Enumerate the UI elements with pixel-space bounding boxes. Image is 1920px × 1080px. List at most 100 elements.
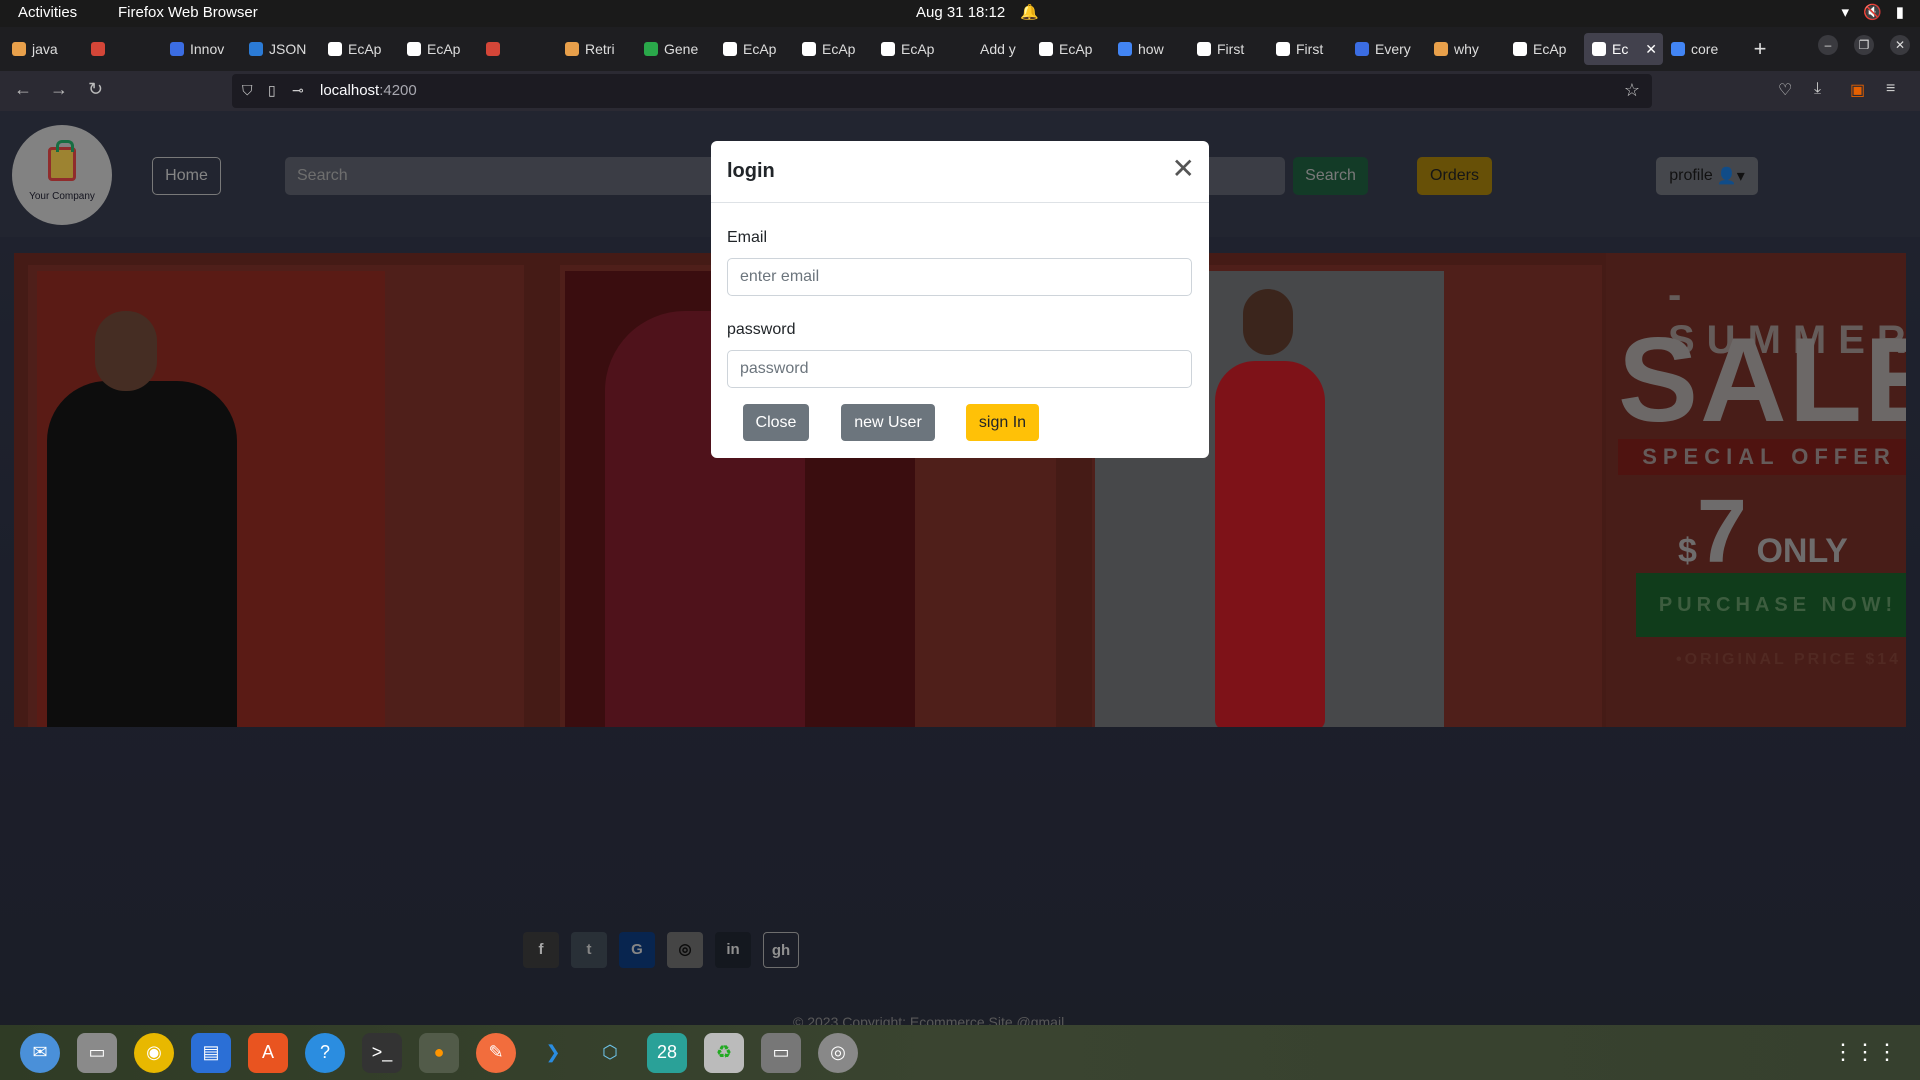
browser-tab[interactable]: Every [1347,33,1426,65]
tab-favicon-icon [960,42,974,56]
trash-icon[interactable]: ♻ [704,1032,744,1073]
rhythmbox-icon[interactable]: ◉ [134,1032,174,1073]
tab-label: First [1296,41,1324,57]
browser-tab[interactable]: EcAp [715,33,794,65]
page-icon: ▯ [268,82,276,98]
tab-favicon-icon [1592,42,1606,56]
browser-tab[interactable]: how [1110,33,1189,65]
email-field[interactable]: enter email [727,258,1192,296]
browser-tab[interactable]: EcAp [399,33,478,65]
close-icon[interactable]: ✕ [1172,155,1195,183]
tab-label: EcAp [1059,41,1093,57]
login-modal: login ✕ Email enter email password passw… [711,141,1209,458]
shield-icon[interactable]: ⛉ [242,82,253,99]
disc-icon[interactable]: ◎ [818,1032,858,1073]
tab-favicon-icon [1671,42,1685,56]
browser-tab[interactable]: EcAp [1031,33,1110,65]
terminal-icon[interactable]: >_ [362,1032,402,1073]
tab-label: Innov [190,41,225,57]
app-center-icon[interactable]: A [248,1032,288,1073]
url-bar[interactable]: ⛉ ▯ ⊸ localhost:4200 ☆ [232,74,1652,108]
url-text[interactable]: localhost:4200 [320,82,417,99]
downloads-icon[interactable]: ⤓ [1814,80,1821,98]
tab-label: Gene [664,41,699,57]
forward-arrow-icon[interactable]: → [50,79,68,100]
tab-favicon-icon [723,42,737,56]
tab-favicon-icon [486,42,500,56]
bookmark-star-icon[interactable]: ☆ [1624,80,1640,101]
tab-label: EcAp [427,41,461,57]
tab-favicon-icon [407,42,421,56]
active-app-name[interactable]: Firefox Web Browser [118,4,258,21]
taskbar-dock: ✉ ▭ ◉ ▤ A ? >_ ● ✎ ❯ ⬡ 28 ♻ ▭ ◎ ⋮⋮⋮ [0,1025,1920,1080]
browser-tab[interactable]: First [1268,33,1347,65]
tab-favicon-icon [1355,42,1369,56]
close-window-icon[interactable]: ✕ [1890,35,1910,55]
new-user-button[interactable]: new User [841,404,935,441]
tab-label: Add y [980,41,1016,57]
tab-favicon-icon [1434,42,1448,56]
browser-tab[interactable]: why [1426,33,1505,65]
browser-tab[interactable]: java [4,33,83,65]
browser-tab[interactable]: EcAp [1505,33,1584,65]
extension-icon[interactable]: ▣ [1850,80,1865,100]
minimize-icon[interactable]: – [1818,35,1838,55]
clock[interactable]: Aug 31 18:12 [916,4,1005,21]
calendar-icon[interactable]: 28 [647,1032,687,1073]
browser-tab[interactable] [83,33,162,65]
cube-app-icon[interactable]: ⬡ [590,1033,630,1073]
tab-favicon-icon [1039,42,1053,56]
system-tray[interactable]: ▾ 🔇 ▮ [1842,3,1904,21]
reload-icon[interactable]: ↻ [88,79,103,100]
browser-tab[interactable]: Add y [952,33,1031,65]
browser-tab[interactable]: JSON [241,33,320,65]
tab-close-icon[interactable]: ✕ [1645,41,1657,58]
drive-icon[interactable]: ▭ [761,1032,801,1073]
notification-icon: 🔔 [1020,4,1039,21]
email-label: Email [727,229,768,246]
files-icon[interactable]: ▭ [77,1032,117,1073]
menu-icon[interactable]: ≡ [1886,80,1895,98]
restore-icon[interactable]: ❐ [1854,35,1874,55]
pocket-icon[interactable]: ♡ [1778,80,1792,100]
browser-tab[interactable]: core [1663,33,1742,65]
browser-tab[interactable]: EcAp [320,33,399,65]
tab-favicon-icon [328,42,342,56]
close-button[interactable]: Close [743,404,809,441]
browser-tab[interactable]: EcAp [873,33,952,65]
browser-tab[interactable] [478,33,557,65]
tab-label: core [1691,41,1719,57]
calendar-day: 28 [656,1042,678,1062]
window-controls: – ❐ ✕ [1818,35,1910,55]
password-label: password [727,321,796,338]
writer-icon[interactable]: ▤ [191,1032,231,1073]
tab-label: EcAp [1533,41,1567,57]
system-top-bar: Activities Firefox Web Browser Aug 31 18… [0,0,1920,27]
sign-in-button[interactable]: sign In [966,404,1039,441]
password-field[interactable]: password [727,350,1192,388]
browser-tab[interactable]: First [1189,33,1268,65]
tab-label: EcAp [901,41,935,57]
key-icon[interactable]: ⊸ [292,82,304,99]
browser-tab[interactable]: Innov [162,33,241,65]
activities-button[interactable]: Activities [18,4,77,21]
tab-label: EcAp [743,41,777,57]
vscode-icon[interactable]: ❯ [533,1033,573,1073]
tab-label: how [1138,41,1164,57]
browser-tab[interactable]: Ec ✕ [1584,33,1663,65]
help-icon[interactable]: ? [305,1032,345,1073]
browser-tab[interactable]: EcAp [794,33,873,65]
tab-favicon-icon [565,42,579,56]
firefox-icon[interactable]: ● [419,1032,459,1073]
back-arrow-icon[interactable]: ← [14,79,32,100]
tab-favicon-icon [644,42,658,56]
browser-tab[interactable]: Retri [557,33,636,65]
new-tab-button[interactable]: + [1742,36,1778,62]
browser-tab-strip: java Innov JSON EcAp EcAp Retri Gene EcAp EcAp Ec… [0,27,1920,71]
tab-favicon-icon [91,42,105,56]
thunderbird-icon[interactable]: ✉ [20,1032,60,1073]
postman-icon[interactable]: ✎ [476,1032,516,1073]
show-apps-icon[interactable]: ⋮⋮⋮ [1832,1039,1898,1065]
browser-tab[interactable]: Gene [636,33,715,65]
tab-favicon-icon [881,42,895,56]
